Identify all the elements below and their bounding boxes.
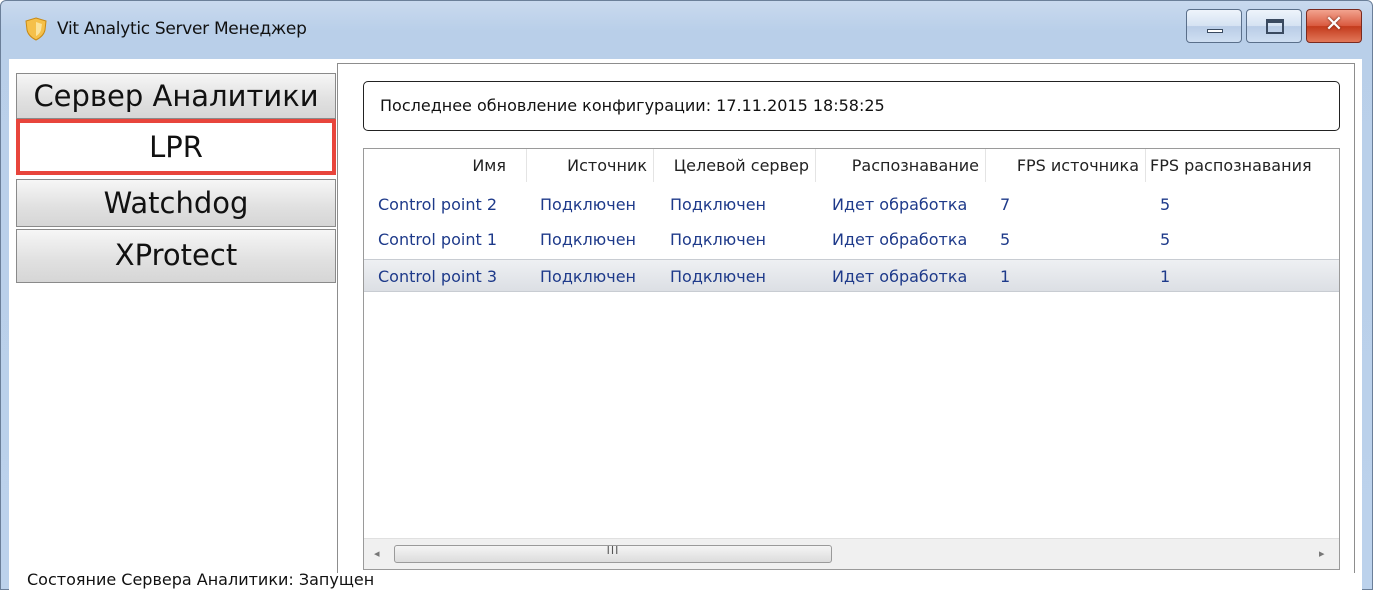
cell-source-fps: 1 <box>1000 267 1011 286</box>
cell-target-server: Подключен <box>670 195 766 214</box>
close-icon: ✕ <box>1324 12 1344 37</box>
cell-source-fps: 7 <box>1000 195 1011 214</box>
app-window: Vit Analytic Server Менеджер ✕ Сервер Ан… <box>0 0 1373 591</box>
server-status-text: Состояние Сервера Аналитики: Запущен <box>27 570 375 589</box>
column-header-source-fps[interactable]: FPS источника <box>986 149 1146 182</box>
cell-source: Подключен <box>540 267 636 286</box>
column-header-recognition[interactable]: Распознавание <box>816 149 986 182</box>
sidebar-item-label: Сервер Аналитики <box>33 79 319 113</box>
cell-recognition-fps: 5 <box>1160 230 1171 249</box>
config-update-text: Последнее обновление конфигурации: 17.11… <box>380 96 885 115</box>
shield-logo-icon <box>25 17 47 41</box>
window-title: Vit Analytic Server Менеджер <box>57 19 307 39</box>
sidebar-item-label: XProtect <box>114 238 238 272</box>
title-bar[interactable]: Vit Analytic Server Менеджер ✕ <box>1 1 1372 59</box>
cell-name: Control point 1 <box>378 230 497 249</box>
table-row[interactable]: Control point 1 Подключен Подключен Идет… <box>364 223 1339 256</box>
grip-icon: III <box>606 544 620 557</box>
sidebar-item-analytics-server[interactable]: Сервер Аналитики <box>16 73 336 119</box>
maximize-icon <box>1266 19 1284 34</box>
column-header-name[interactable]: Имя <box>364 149 527 182</box>
cell-source: Подключен <box>540 195 636 214</box>
close-button[interactable]: ✕ <box>1306 9 1362 43</box>
table-row-selected[interactable]: Control point 3 Подключен Подключен Идет… <box>364 259 1339 292</box>
cell-recognition-fps: 1 <box>1160 267 1171 286</box>
config-update-box: Последнее обновление конфигурации: 17.11… <box>363 81 1340 131</box>
scroll-left-icon[interactable]: ◂ <box>374 547 380 560</box>
control-points-table[interactable]: Имя Источник Целевой сервер Распознавани… <box>363 148 1340 570</box>
scrollbar-thumb[interactable]: III <box>394 544 832 563</box>
cell-recognition: Идет обработка <box>832 230 968 249</box>
sidebar-item-lpr[interactable]: LPR <box>16 119 336 175</box>
table-header: Имя Источник Целевой сервер Распознавани… <box>364 149 1339 182</box>
maximize-button[interactable] <box>1246 9 1302 43</box>
cell-source: Подключен <box>540 230 636 249</box>
horizontal-scrollbar[interactable]: ◂ III ▸ <box>364 538 1339 569</box>
minimize-icon <box>1207 29 1223 33</box>
sidebar-item-watchdog[interactable]: Watchdog <box>16 179 336 227</box>
cell-source-fps: 5 <box>1000 230 1011 249</box>
sidebar-item-label: LPR <box>149 130 203 164</box>
cell-name: Control point 3 <box>378 267 497 286</box>
column-header-source[interactable]: Источник <box>527 149 654 182</box>
column-header-target-server[interactable]: Целевой сервер <box>654 149 816 182</box>
sidebar-item-label: Watchdog <box>103 186 249 220</box>
minimize-button[interactable] <box>1186 9 1242 43</box>
cell-name: Control point 2 <box>378 195 497 214</box>
scroll-right-icon[interactable]: ▸ <box>1319 547 1325 560</box>
cell-recognition: Идет обработка <box>832 267 968 286</box>
table-row[interactable]: Control point 2 Подключен Подключен Идет… <box>364 188 1339 221</box>
cell-target-server: Подключен <box>670 267 766 286</box>
cell-recognition: Идет обработка <box>832 195 968 214</box>
cell-target-server: Подключен <box>670 230 766 249</box>
column-header-recognition-fps[interactable]: FPS распознавания <box>1146 149 1339 182</box>
cell-recognition-fps: 5 <box>1160 195 1171 214</box>
sidebar-item-xprotect[interactable]: XProtect <box>16 229 336 283</box>
